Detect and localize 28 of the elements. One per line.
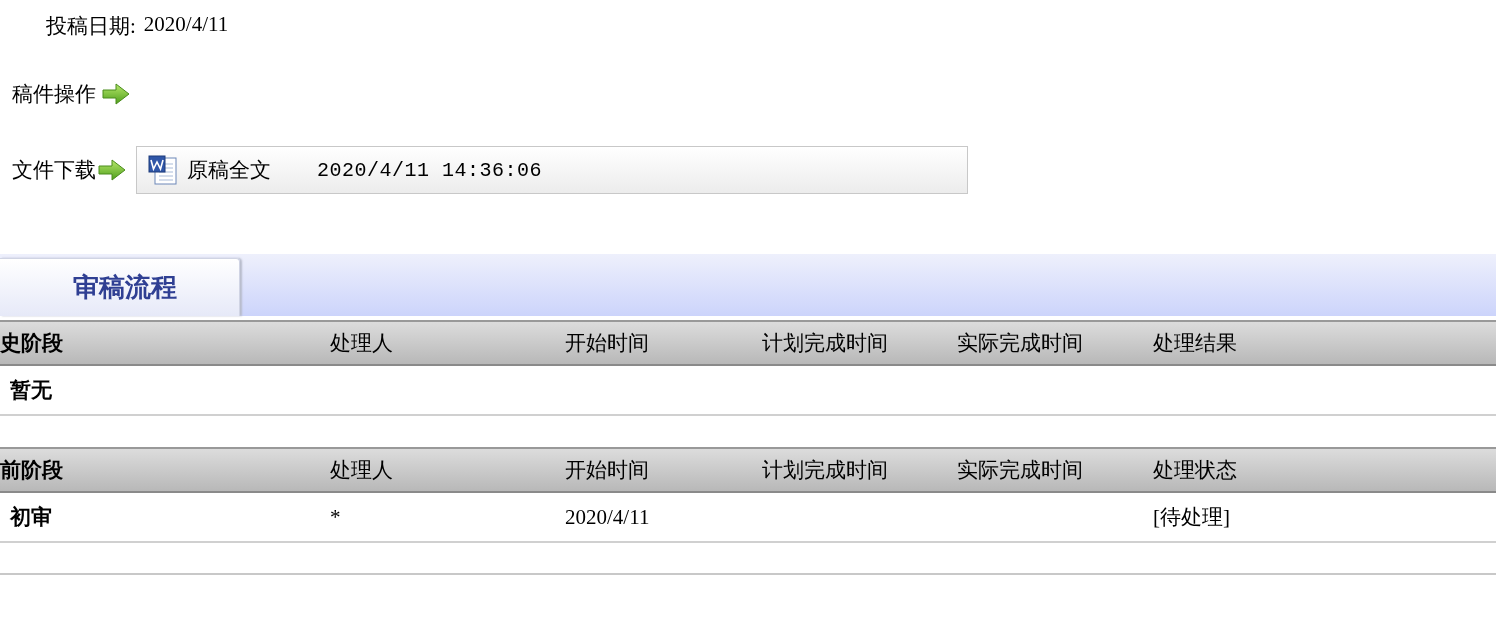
section-tab[interactable]: 审稿流程 [0, 258, 240, 316]
column-header: 处理结果 [1153, 330, 1238, 357]
field-label: 投稿日期: [46, 13, 136, 40]
column-header: 史阶段 [0, 330, 64, 357]
column-header: 计划完成时间 [762, 457, 889, 484]
column-header: 前阶段 [0, 457, 64, 484]
table-cell-text: 初审 [9, 504, 53, 531]
section-label: 文件下载 [12, 157, 96, 184]
file-download-row[interactable]: 原稿全文 2020/4/11 14:36:06 [136, 146, 968, 194]
arrow-icon [98, 159, 126, 181]
column-header: 处理人 [330, 457, 394, 484]
section-label: 稿件操作 [12, 81, 96, 108]
column-header: 开始时间 [565, 457, 650, 484]
word-document-icon [147, 154, 179, 186]
table-cell-text: 2020/4/11 [565, 504, 651, 530]
column-header: 处理状态 [1153, 457, 1238, 484]
table-cell-text: 暂无 [9, 377, 53, 404]
column-header: 实际完成时间 [957, 330, 1084, 357]
table-cell-text: [待处理] [1153, 504, 1231, 531]
table-cell-text: * [330, 504, 342, 530]
arrow-icon [102, 83, 130, 105]
file-name: 原稿全文 [187, 157, 271, 184]
column-header: 开始时间 [565, 330, 650, 357]
file-time: 2020/4/11 14:36:06 [317, 158, 543, 182]
field-value: 2020/4/11 [143, 12, 229, 38]
column-header: 实际完成时间 [957, 457, 1084, 484]
column-header: 计划完成时间 [762, 330, 889, 357]
column-header: 处理人 [330, 330, 394, 357]
